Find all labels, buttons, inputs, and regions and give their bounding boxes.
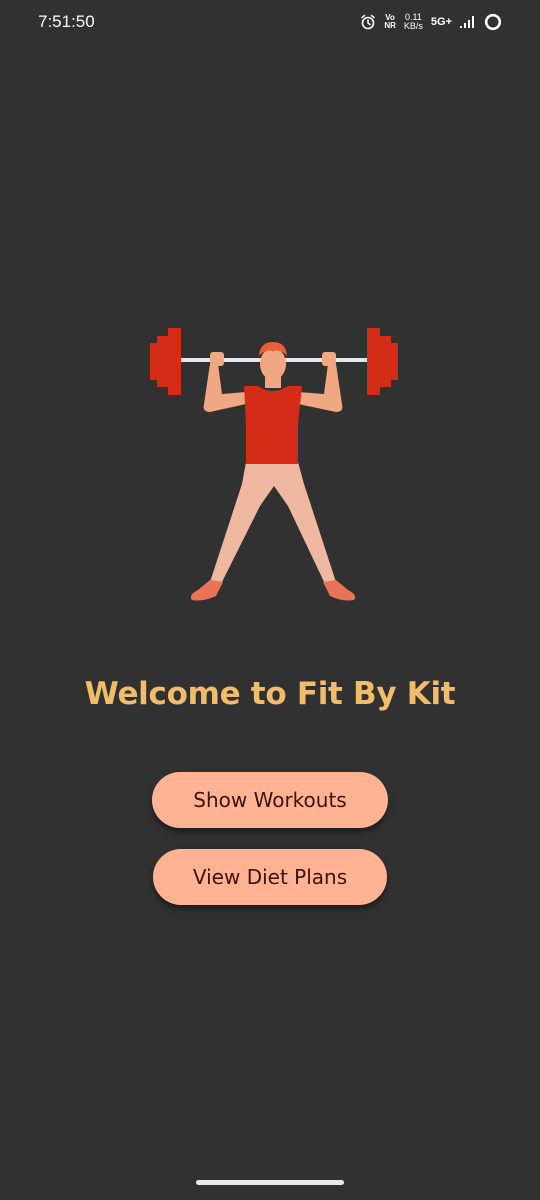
home-gesture-bar[interactable] <box>196 1180 344 1185</box>
right-weight-plates <box>367 328 398 395</box>
volte-icon: Vo NR <box>384 14 396 30</box>
alarm-icon <box>360 14 376 30</box>
head <box>260 348 286 380</box>
left-shoe <box>190 580 223 601</box>
show-workouts-button[interactable]: Show Workouts <box>152 772 388 828</box>
network-type-label: 5G+ <box>430 16 452 28</box>
net-speed-unit: KB/s <box>403 21 423 31</box>
right-arm <box>298 364 343 412</box>
data-saver-icon <box>484 13 502 31</box>
right-hand <box>322 352 336 366</box>
signal-icon <box>460 15 476 29</box>
status-time: 7:51:50 <box>38 12 95 31</box>
status-bar: 7:51:50 Vo NR 0.11 KB/s 5G+ <box>0 0 540 46</box>
left-arm <box>203 364 246 412</box>
welcome-title: Welcome to Fit By Kit <box>84 676 456 712</box>
volte-bottom-label: NR <box>384 21 396 30</box>
left-weight-plates <box>150 328 181 395</box>
home-screen: 7:51:50 Vo NR 0.11 KB/s 5G+ Welcome to F… <box>0 0 540 1200</box>
status-icons: Vo NR 0.11 KB/s 5G+ <box>360 10 502 34</box>
weightlifter-illustration <box>148 324 400 606</box>
right-shoe <box>323 580 356 601</box>
network-speed-indicator: 0.11 KB/s <box>404 13 423 31</box>
view-diet-plans-button[interactable]: View Diet Plans <box>153 849 387 905</box>
pants <box>210 462 336 586</box>
left-hand <box>210 352 224 366</box>
tank-top <box>244 386 302 464</box>
